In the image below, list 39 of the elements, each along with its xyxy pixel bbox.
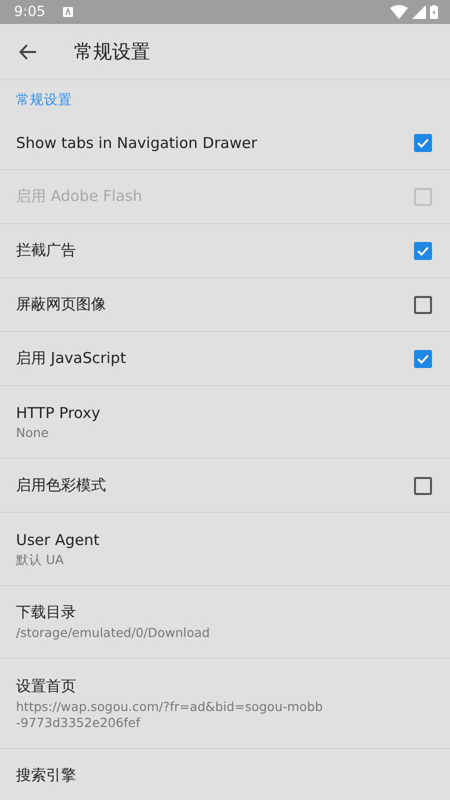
checkbox[interactable] (414, 296, 432, 314)
signal-icon (412, 5, 426, 19)
checkbox[interactable] (414, 350, 432, 368)
wifi-icon (390, 5, 408, 19)
settings-item[interactable]: 屏蔽网页图像 (0, 278, 450, 332)
screen-title: 常规设置 (74, 40, 150, 64)
checkbox[interactable] (414, 476, 432, 494)
settings-item[interactable]: 设置首页 https://wap.sogou.com/?fr=ad&bid=sogou-mobb-9773d3352e206fef (0, 659, 450, 749)
battery-icon (430, 5, 438, 19)
back-button[interactable] (19, 42, 37, 60)
checkbox[interactable] (414, 134, 432, 152)
item-summary: https://wap.sogou.com/?fr=ad&bid=sogou-mobb-9773d3352e206fef (16, 698, 324, 730)
item-title: 启用 JavaScript (16, 349, 127, 368)
item-title: 屏蔽网页图像 (16, 295, 107, 314)
item-summary: None (16, 424, 50, 440)
status-time: 9:05 (14, 4, 46, 20)
checkbox[interactable] (414, 242, 432, 260)
item-title: User Agent (16, 530, 100, 548)
item-summary: 默认 UA (16, 552, 65, 568)
category-header: 常规设置 (15, 91, 73, 110)
item-title: 搜索引擎 (16, 766, 77, 785)
settings-item[interactable]: 拦截广告 (0, 224, 450, 278)
item-title: Show tabs in Navigation Drawer (16, 134, 258, 152)
settings-item[interactable]: 搜索引擎 (0, 749, 450, 800)
item-title: 设置首页 (16, 676, 77, 696)
settings-item[interactable]: 下载目录 /storage/emulated/0/Download (0, 586, 450, 659)
item-title: 下载目录 (16, 603, 77, 622)
settings-item[interactable]: Show tabs in Navigation Drawer (0, 116, 450, 170)
item-title: HTTP Proxy (16, 404, 102, 422)
back-arrow-icon (19, 42, 37, 60)
item-title: 启用 Adobe Flash (16, 187, 144, 206)
item-summary: /storage/emulated/0/Download (16, 625, 211, 641)
settings-item[interactable]: User Agent 默认 UA (0, 513, 450, 586)
notification-icon (63, 7, 74, 17)
settings-item[interactable]: HTTP Proxy None (0, 386, 450, 459)
settings-item[interactable]: 启用 JavaScript (0, 332, 450, 386)
item-title: 拦截广告 (16, 241, 77, 260)
settings-item[interactable]: 启用色彩模式 (0, 459, 450, 513)
item-title: 启用色彩模式 (16, 476, 107, 495)
